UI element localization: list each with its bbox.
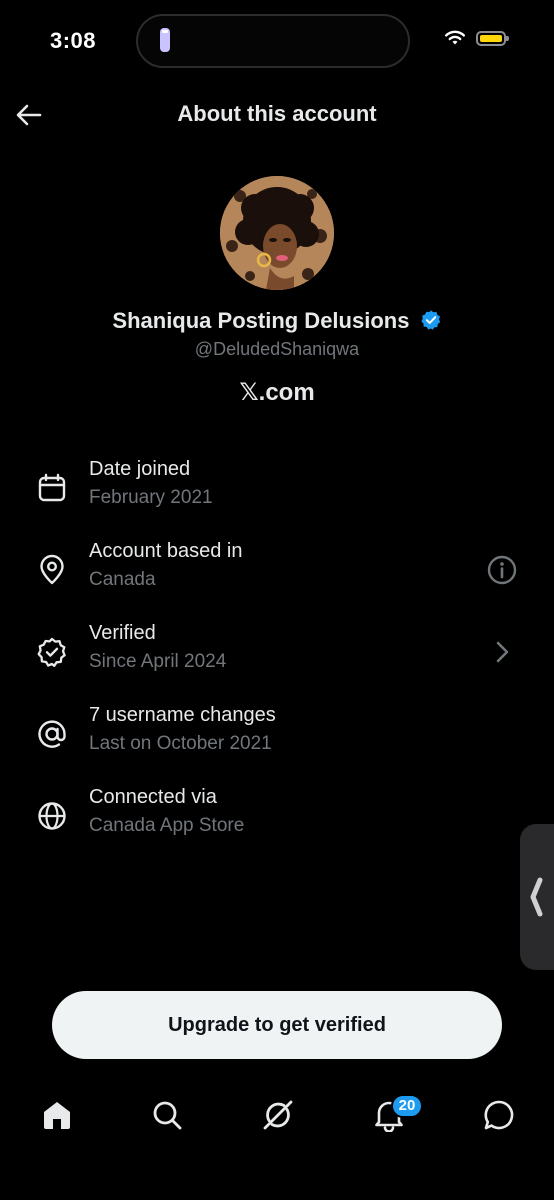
search-icon[interactable] xyxy=(150,1098,184,1132)
based-in-title: Account based in xyxy=(89,540,243,562)
username-changes-title: 7 username changes xyxy=(89,704,276,726)
info-row-username-changes: 7 username changes Last on October 2021 xyxy=(0,704,554,774)
verified-value: Since April 2024 xyxy=(89,651,227,672)
chevron-left-icon xyxy=(530,877,543,917)
info-row-connected-via: Connected via Canada App Store xyxy=(0,786,554,856)
info-row-based-in: Account based in Canada xyxy=(0,540,554,610)
based-in-value: Canada xyxy=(89,569,156,590)
upgrade-verified-button[interactable]: Upgrade to get verified xyxy=(52,991,502,1059)
verified-check-icon xyxy=(37,637,66,667)
dynamic-island xyxy=(136,14,410,68)
notifications-count-badge: 20 xyxy=(391,1094,423,1118)
avatar-illustration xyxy=(220,176,334,290)
verified-title: Verified xyxy=(89,622,156,644)
flashlight-icon xyxy=(160,28,170,52)
home-icon[interactable] xyxy=(40,1098,74,1132)
calendar-icon xyxy=(38,473,66,502)
verified-badge-icon xyxy=(420,310,440,330)
side-panel-handle[interactable] xyxy=(520,824,554,970)
status-icons xyxy=(444,30,509,46)
platform-label: 𝕏.com xyxy=(239,379,315,406)
chevron-right-icon[interactable] xyxy=(486,636,518,668)
battery-icon xyxy=(476,30,509,46)
info-row-verified[interactable]: Verified Since April 2024 xyxy=(0,622,554,692)
location-pin-icon xyxy=(40,554,64,585)
info-icon[interactable] xyxy=(486,554,518,586)
page-title: About this account xyxy=(177,101,377,126)
date-joined-value: February 2021 xyxy=(89,487,213,508)
wifi-icon xyxy=(445,30,465,45)
status-time: 3:08 xyxy=(50,28,97,53)
username-changes-value: Last on October 2021 xyxy=(89,733,272,754)
at-sign-icon xyxy=(38,720,66,748)
avatar[interactable] xyxy=(220,176,334,290)
connected-via-value: Canada App Store xyxy=(89,815,245,836)
about-account-screen: 3:08 About this account Shaniqua Posting… xyxy=(0,0,554,1200)
grok-icon[interactable] xyxy=(261,1098,295,1132)
globe-icon xyxy=(38,802,66,830)
messages-icon[interactable] xyxy=(482,1098,516,1132)
info-row-date-joined: Date joined February 2021 xyxy=(0,458,554,528)
profile-handle: @DeludedShaniqwa xyxy=(194,339,360,359)
date-joined-title: Date joined xyxy=(89,458,191,480)
profile-name-text: Shaniqua Posting Delusions xyxy=(112,308,410,333)
profile-name: Shaniqua Posting Delusions xyxy=(0,308,554,334)
connected-via-title: Connected via xyxy=(89,786,217,808)
